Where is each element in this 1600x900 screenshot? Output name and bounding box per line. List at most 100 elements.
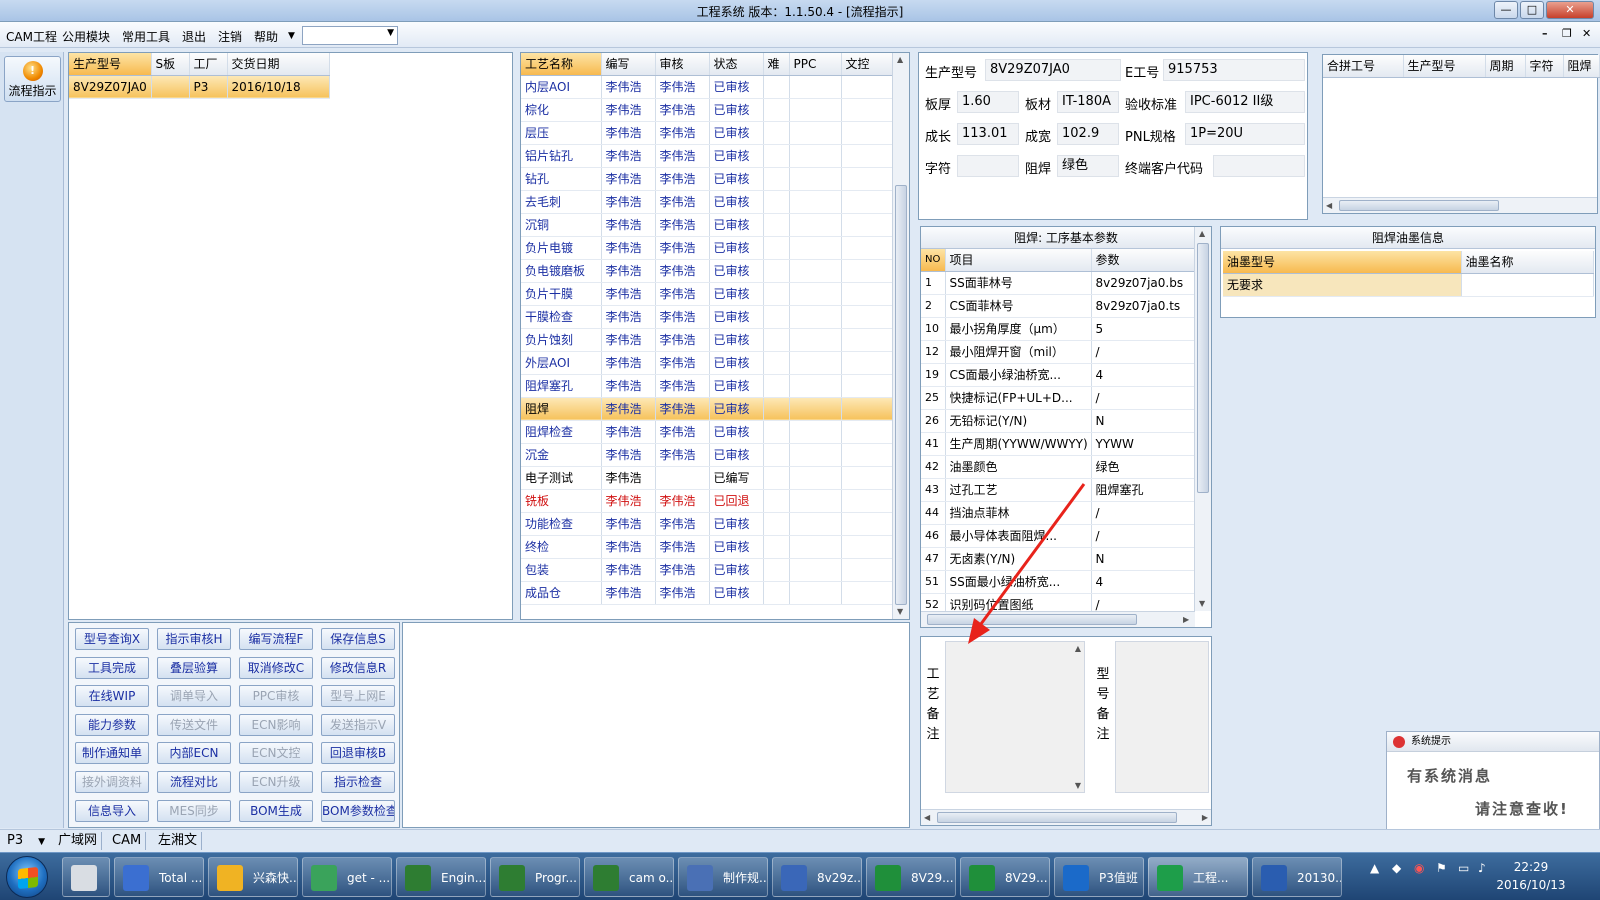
action-button-1-3[interactable]: 修改信息R: [321, 656, 395, 679]
taskbar-item-12[interactable]: 工程...: [1148, 857, 1248, 897]
mdi-restore-icon[interactable]: ❐: [1562, 27, 1572, 40]
toolbar-dropdown[interactable]: ▼: [302, 26, 398, 45]
scroll-right-icon[interactable]: ▶: [1202, 813, 1208, 822]
orders-col-factory[interactable]: 工厂: [189, 53, 228, 76]
table-row[interactable]: 阻焊 李伟浩 李伟浩 已审核: [521, 397, 894, 421]
table-row[interactable]: 41 生产周期(YYWW/WWYY) YYWW: [921, 432, 1195, 456]
process-remark-field[interactable]: ▲ ▼: [945, 641, 1085, 793]
scrollbar-thumb[interactable]: [895, 185, 907, 605]
merge-col-mask[interactable]: 阻焊: [1563, 55, 1600, 78]
table-row[interactable]: 负电镀磨板 李伟浩 李伟浩 已审核: [521, 259, 894, 283]
mdi-minimize-icon[interactable]: –: [1542, 27, 1548, 40]
table-row[interactable]: 2 CS面菲林号 8v29z07ja0.ts: [921, 294, 1195, 318]
minimize-window-button[interactable]: —: [1494, 1, 1518, 19]
taskbar-item-13[interactable]: 20130...: [1252, 857, 1342, 897]
table-row[interactable]: 内层AOI 李伟浩 李伟浩 已审核: [521, 75, 894, 99]
remarks-horizontal-scrollbar[interactable]: ◀ ▶: [921, 809, 1211, 825]
orders-col-model[interactable]: 生产型号: [69, 53, 152, 76]
taskbar-item-6[interactable]: cam o...: [584, 857, 674, 897]
action-button-5-0[interactable]: 接外调资料: [75, 771, 149, 793]
action-button-5-1[interactable]: 流程对比: [157, 771, 231, 793]
scrollbar-thumb[interactable]: [937, 812, 1177, 823]
action-button-1-0[interactable]: 工具完成: [75, 656, 149, 679]
menu-cam[interactable]: CAM工程: [6, 28, 57, 45]
scroll-down-icon[interactable]: ▼: [1199, 599, 1205, 608]
scroll-down-icon[interactable]: ▼: [897, 607, 903, 616]
action-button-3-3[interactable]: 发送指示V: [321, 713, 395, 736]
table-row[interactable]: 无要求: [1223, 273, 1594, 297]
taskbar-item-11[interactable]: P3值班: [1054, 857, 1144, 897]
taskbar-item-7[interactable]: 制作规...: [678, 857, 768, 897]
menu-common-modules[interactable]: 公用模块: [62, 28, 110, 45]
params-col-value[interactable]: 参数: [1091, 249, 1195, 272]
network-icon[interactable]: ◆: [1392, 861, 1401, 875]
table-row[interactable]: 包装 李伟浩 李伟浩 已审核: [521, 558, 894, 582]
merge-col-model[interactable]: 生产型号: [1403, 55, 1486, 78]
status-tab-user[interactable]: 左湘文: [154, 832, 203, 850]
action-button-4-1[interactable]: 内部ECN: [157, 742, 231, 765]
table-row[interactable]: 沉金 李伟浩 李伟浩 已审核: [521, 443, 894, 467]
params-vertical-scrollbar[interactable]: ▲ ▼: [1194, 227, 1211, 611]
mdi-close-icon[interactable]: ✕: [1582, 27, 1591, 40]
table-row[interactable]: 功能检查 李伟浩 李伟浩 已审核: [521, 512, 894, 536]
menu-common-tools[interactable]: 常用工具: [122, 28, 170, 45]
process-col-reviewer[interactable]: 审核: [655, 53, 710, 76]
tray-expand-icon[interactable]: ▲: [1370, 861, 1379, 875]
table-row[interactable]: 25 快捷标记(FP+UL+D... /: [921, 386, 1195, 410]
process-col-doc-control[interactable]: 文控: [841, 53, 894, 76]
ink-col-type[interactable]: 油墨型号: [1223, 251, 1462, 274]
action-button-6-3[interactable]: BOM参数检查: [321, 799, 395, 822]
action-button-6-1[interactable]: MES同步: [157, 799, 231, 822]
menu-help[interactable]: 帮助: [254, 28, 278, 45]
table-row[interactable]: 26 无铅标记(Y/N) N: [921, 409, 1195, 433]
action-button-6-2[interactable]: BOM生成: [239, 799, 313, 822]
scroll-left-icon[interactable]: ◀: [1326, 201, 1332, 210]
action-button-4-3[interactable]: 回退审核B: [321, 742, 395, 765]
merge-col-job[interactable]: 合拼工号: [1323, 55, 1404, 78]
scroll-left-icon[interactable]: ◀: [924, 813, 930, 822]
params-col-no[interactable]: NO: [921, 249, 946, 272]
scroll-up-icon[interactable]: ▲: [1199, 229, 1205, 238]
antivirus-icon[interactable]: ◉: [1414, 861, 1424, 875]
table-row[interactable]: 10 最小拐角厚度（μm） 5: [921, 317, 1195, 341]
table-row[interactable]: 去毛刺 李伟浩 李伟浩 已审核: [521, 190, 894, 214]
action-button-3-1[interactable]: 传送文件: [157, 713, 231, 736]
taskbar-item-2[interactable]: 兴森快...: [208, 857, 298, 897]
action-button-4-0[interactable]: 制作通知单: [75, 742, 149, 765]
process-col-status[interactable]: 状态: [709, 53, 764, 76]
status-tab-cam[interactable]: CAM: [108, 832, 147, 850]
action-button-1-2[interactable]: 取消修改C: [239, 656, 313, 679]
table-row[interactable]: 铝片钻孔 李伟浩 李伟浩 已审核: [521, 144, 894, 168]
start-button[interactable]: [6, 856, 48, 898]
table-row[interactable]: 12 最小阻焊开窗（mil） /: [921, 340, 1195, 364]
table-row[interactable]: 沉铜 李伟浩 李伟浩 已审核: [521, 213, 894, 237]
status-tab-wan[interactable]: 广域网: [54, 832, 103, 850]
merge-col-cycle[interactable]: 周期: [1485, 55, 1526, 78]
taskbar-item-4[interactable]: Engin...: [396, 857, 486, 897]
menu-exit[interactable]: 退出: [182, 28, 206, 45]
table-row[interactable]: 电子测试 李伟浩 已编写: [521, 466, 894, 490]
taskbar-item-10[interactable]: 8V29...: [960, 857, 1050, 897]
table-row[interactable]: 铣板 李伟浩 李伟浩 已回退: [521, 489, 894, 513]
scroll-right-icon[interactable]: ▶: [1183, 615, 1189, 624]
scrollbar-thumb[interactable]: [1197, 243, 1209, 493]
ink-col-name[interactable]: 油墨名称: [1461, 251, 1594, 274]
chevron-down-icon[interactable]: ▼: [288, 31, 295, 41]
scroll-up-icon[interactable]: ▲: [897, 55, 903, 64]
merge-horizontal-scrollbar[interactable]: ◀: [1323, 197, 1597, 213]
action-button-4-2[interactable]: ECN文控: [239, 742, 313, 765]
process-vertical-scrollbar[interactable]: ▲ ▼: [892, 53, 909, 619]
taskbar-item-0[interactable]: [62, 857, 110, 897]
action-button-2-0[interactable]: 在线WIP: [75, 685, 149, 708]
action-button-0-1[interactable]: 指示审核H: [157, 628, 231, 650]
process-col-writer[interactable]: 编写: [601, 53, 656, 76]
params-col-item[interactable]: 项目: [945, 249, 1092, 272]
table-row[interactable]: 层压 李伟浩 李伟浩 已审核: [521, 121, 894, 145]
table-row[interactable]: 棕化 李伟浩 李伟浩 已审核: [521, 98, 894, 122]
orders-col-delivery[interactable]: 交货日期: [227, 53, 330, 76]
taskbar-item-3[interactable]: get - ...: [302, 857, 392, 897]
process-col-name[interactable]: 工艺名称: [521, 53, 602, 76]
action-button-0-2[interactable]: 编写流程F: [239, 628, 313, 650]
system-clock[interactable]: 22:29 2016/10/13: [1492, 858, 1570, 894]
table-row[interactable]: 负片干膜 李伟浩 李伟浩 已审核: [521, 282, 894, 306]
